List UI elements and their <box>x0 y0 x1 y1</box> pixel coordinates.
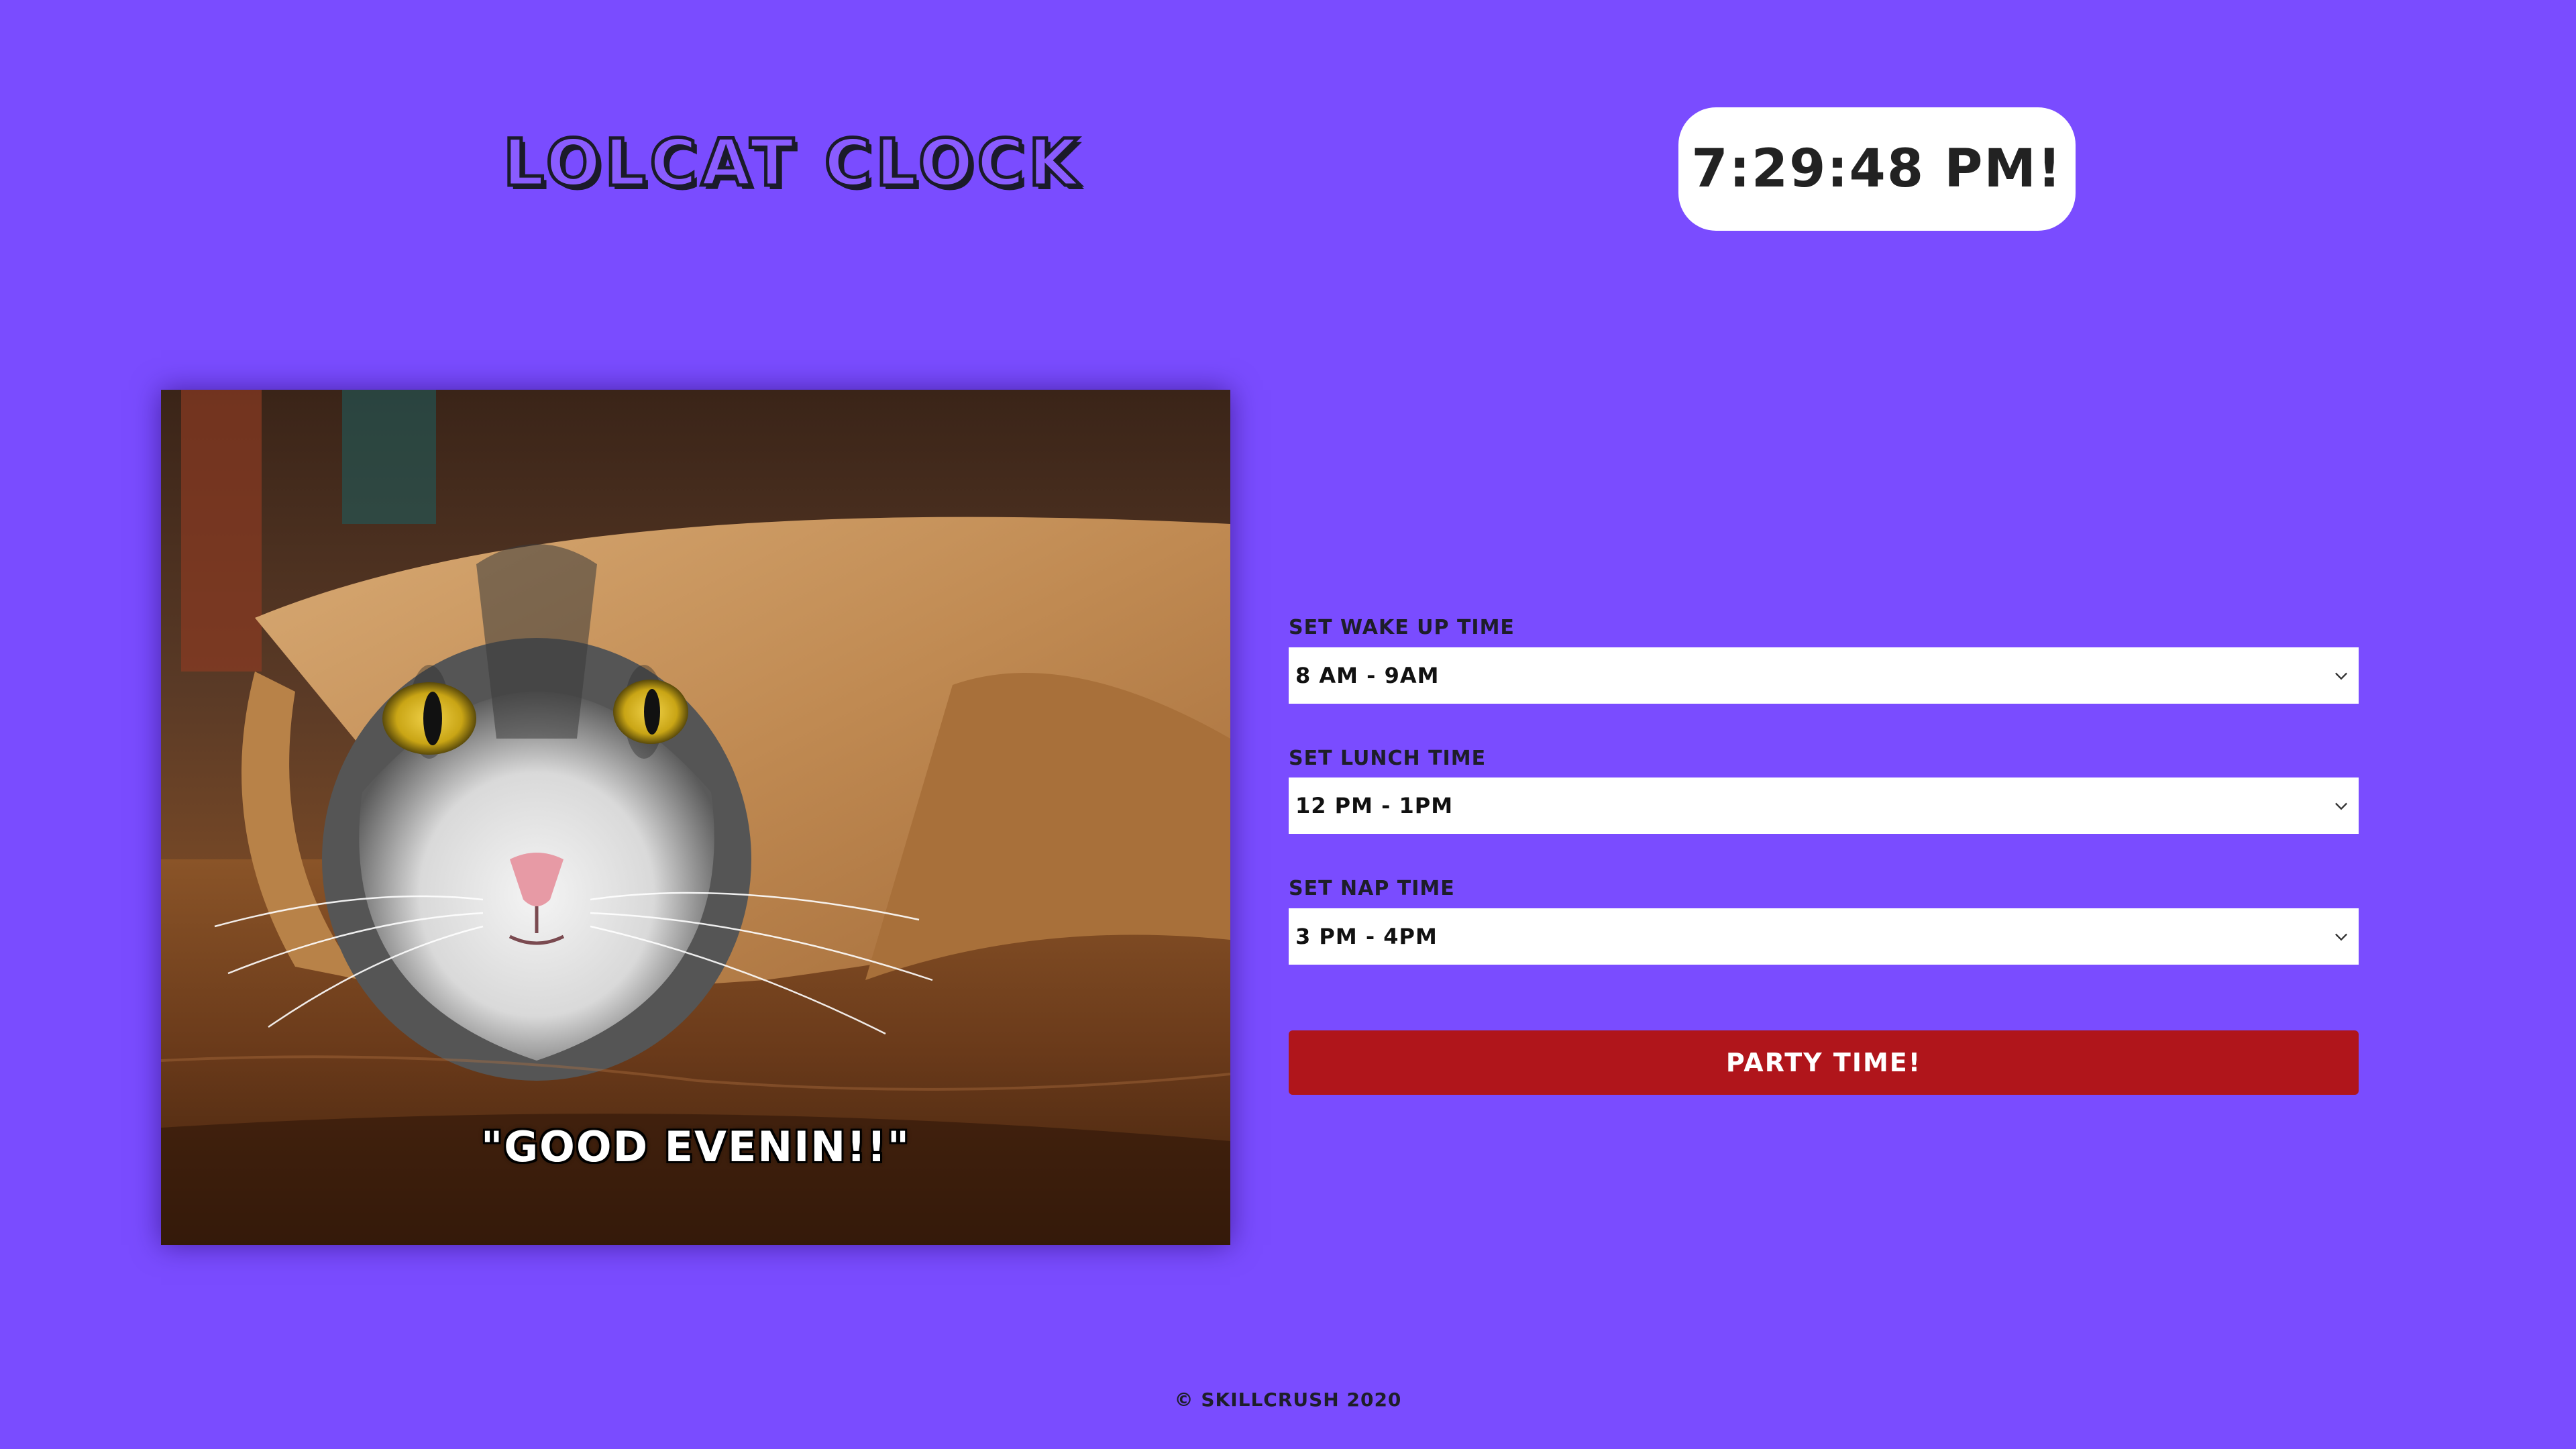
lunch-select[interactable]: 12 PM - 1PM <box>1289 777 2359 834</box>
lunch-label: SET LUNCH TIME <box>1289 747 1487 770</box>
party-time-button[interactable]: PARTY TIME! <box>1289 1030 2359 1095</box>
image-caption: "GOOD EVENIN!!" <box>480 1122 911 1171</box>
lolcat-image: "GOOD EVENIN!!" <box>161 390 1230 1245</box>
chevron-down-icon <box>2335 933 2347 941</box>
chevron-down-icon <box>2335 802 2347 810</box>
clock-display: 7:29:48 PM! <box>1678 107 2076 231</box>
wakeup-select[interactable]: 8 AM - 9AM <box>1289 647 2359 704</box>
wakeup-select-value: 8 AM - 9AM <box>1295 663 1440 688</box>
lunch-select-value: 12 PM - 1PM <box>1295 793 1454 818</box>
nap-select[interactable]: 3 PM - 4PM <box>1289 908 2359 965</box>
footer-copyright: © SKILLCRUSH 2020 <box>1174 1389 1402 1411</box>
cat-in-paper-roll-photo <box>161 390 1230 1245</box>
chevron-down-icon <box>2335 672 2347 680</box>
wakeup-label: SET WAKE UP TIME <box>1289 616 1515 639</box>
nap-select-value: 3 PM - 4PM <box>1295 924 1438 949</box>
clock-time: 7:29:48 PM! <box>1691 139 2063 199</box>
page-title: LOLCAT CLOCK <box>501 125 1083 201</box>
nap-label: SET NAP TIME <box>1289 877 1455 900</box>
